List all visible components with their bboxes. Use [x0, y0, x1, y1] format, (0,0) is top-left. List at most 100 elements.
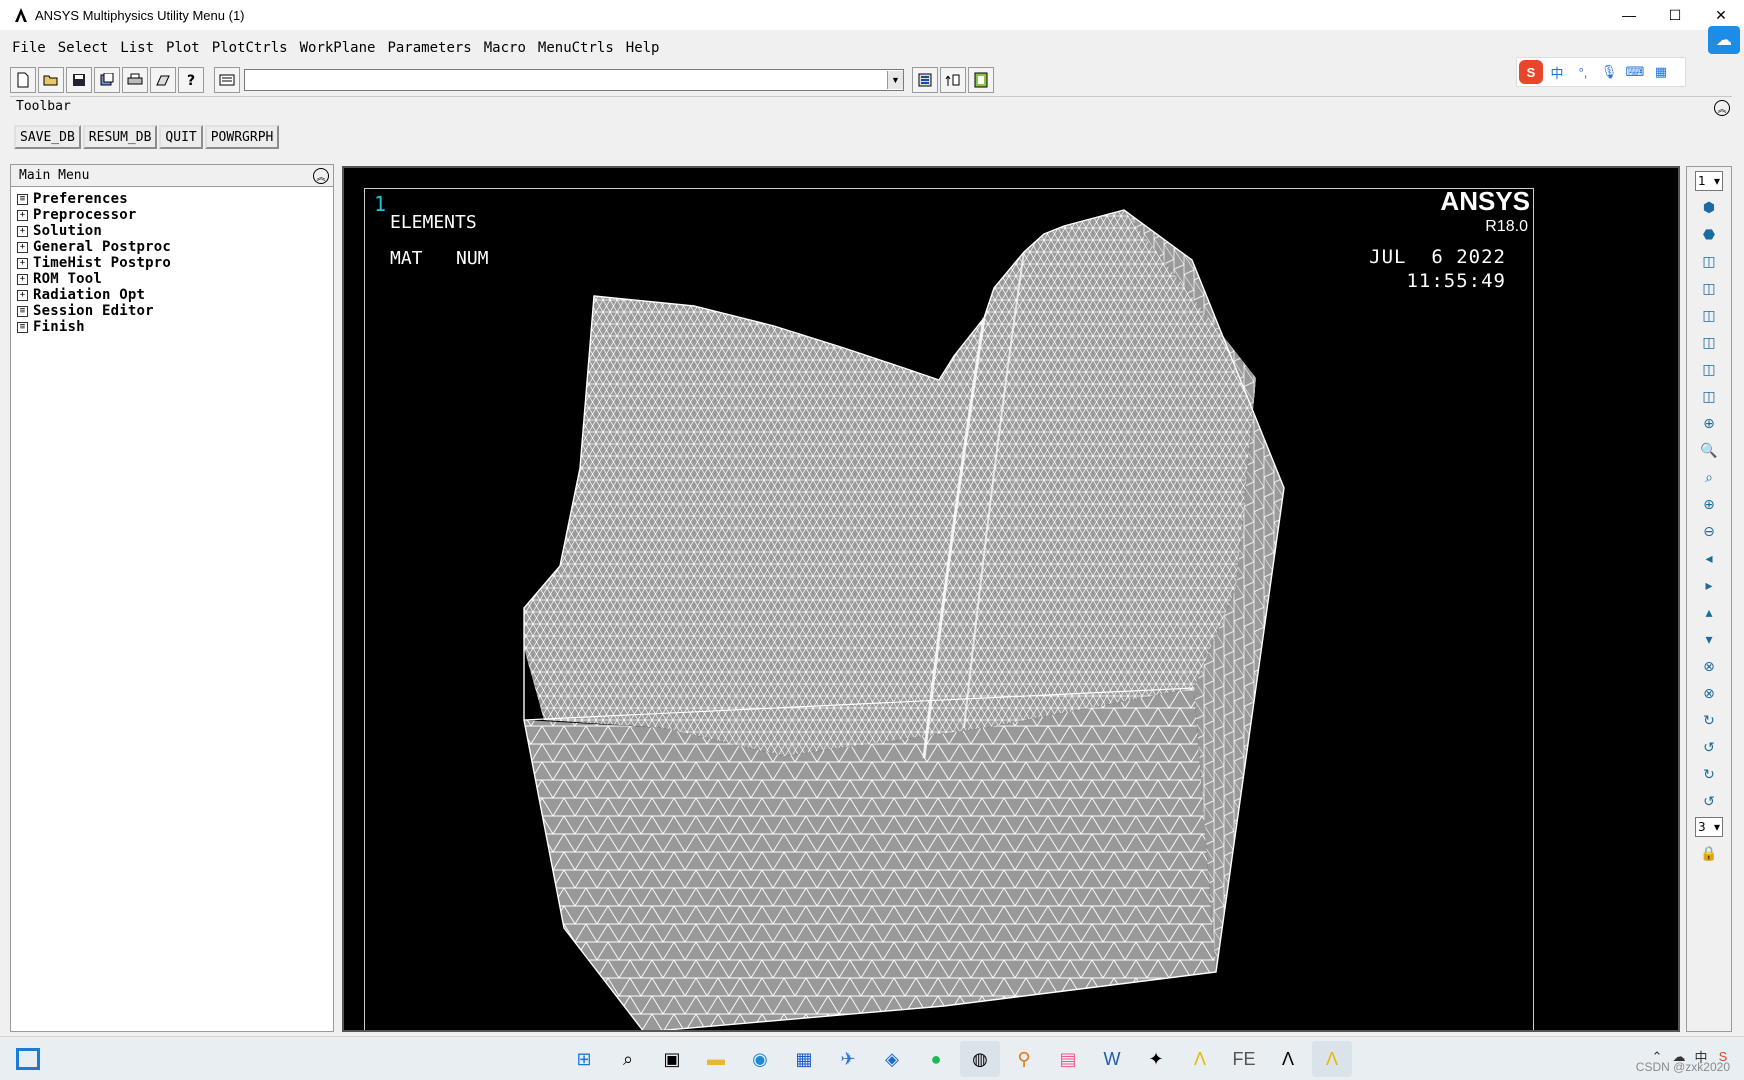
bottom-view-icon[interactable]: ◫	[1696, 384, 1722, 408]
collapse-main-menu-icon[interactable]: ︽	[313, 168, 329, 184]
search-icon[interactable]: ⌕	[608, 1041, 648, 1077]
ansys-launcher-icon[interactable]: Λ	[1268, 1041, 1308, 1077]
oblique-view-icon[interactable]: ⬣	[1696, 222, 1722, 246]
collapse-toolbar-icon[interactable]: ︽	[1714, 100, 1730, 116]
tree-item-rom-tool[interactable]: + ROM Tool	[17, 271, 333, 287]
microphone-icon[interactable]: 🎙	[1597, 60, 1621, 84]
menu-macro[interactable]: Macro	[484, 40, 526, 56]
new-file-icon[interactable]	[10, 67, 36, 93]
rotate-y-neg-icon[interactable]: ↺	[1696, 735, 1722, 759]
resume-db-button[interactable]: RESUM_DB	[82, 125, 158, 149]
command-input[interactable]: ▼	[244, 69, 904, 91]
pan-left-icon[interactable]: ◂	[1696, 546, 1722, 570]
rotate-x-pos-icon[interactable]: ⊗	[1696, 654, 1722, 678]
sogou-logo-icon[interactable]: S	[1519, 60, 1543, 84]
tree-item-solution[interactable]: + Solution	[17, 223, 333, 239]
powergraph-button[interactable]: POWRGRPH	[204, 125, 280, 149]
task-view-icon[interactable]: ▣	[652, 1041, 692, 1077]
report-icon[interactable]	[94, 67, 120, 93]
pan-up-icon[interactable]: ▴	[1696, 600, 1722, 624]
keyboard-icon[interactable]	[214, 67, 240, 93]
expand-icon[interactable]: +	[17, 273, 28, 285]
expand-icon[interactable]: +	[17, 209, 28, 221]
maximize-button[interactable]: ☐	[1652, 0, 1698, 30]
bilibili-icon[interactable]: ▤	[1048, 1041, 1088, 1077]
fit-view-icon[interactable]: ⊕	[1696, 411, 1722, 435]
widgets-icon[interactable]	[16, 1048, 40, 1070]
fe-app-icon[interactable]: FE	[1224, 1041, 1264, 1077]
command-history-dropdown[interactable]: ▼	[887, 71, 903, 89]
window-number-select[interactable]: 1 ▾	[1695, 171, 1723, 191]
rotate-x-neg-icon[interactable]: ⊗	[1696, 681, 1722, 705]
tree-item-session-editor[interactable]: ≡ Session Editor	[17, 303, 333, 319]
right-view-icon[interactable]: ◫	[1696, 276, 1722, 300]
menu-list[interactable]: List	[120, 40, 154, 56]
app-wolf-icon[interactable]: ✦	[1136, 1041, 1176, 1077]
tree-item-radiation-opt[interactable]: + Radiation Opt	[17, 287, 333, 303]
edge-browser-icon[interactable]: ◉	[740, 1041, 780, 1077]
reset-picking-icon[interactable]	[940, 67, 966, 93]
rotation-increment-value: 3	[1698, 820, 1706, 834]
help-icon[interactable]: ?	[178, 67, 204, 93]
tree-item-preferences[interactable]: ≡ Preferences	[17, 191, 333, 207]
print-icon[interactable]	[122, 67, 148, 93]
start-menu-icon[interactable]: ⊞	[564, 1041, 604, 1077]
zoom-icon[interactable]: 🔍	[1696, 438, 1722, 462]
menu-plot[interactable]: Plot	[166, 40, 200, 56]
tree-item-timehist-postpro[interactable]: + TimeHist Postpro	[17, 255, 333, 271]
pan-right-icon[interactable]: ▸	[1696, 573, 1722, 597]
app-avatar-icon[interactable]: ◍	[960, 1041, 1000, 1077]
front-view-icon[interactable]: ◫	[1696, 249, 1722, 273]
tree-item-finish[interactable]: ≡ Finish	[17, 319, 333, 335]
box-zoom-icon[interactable]: ⌕	[1696, 465, 1722, 489]
search-app-icon[interactable]: ⚲	[1004, 1041, 1044, 1077]
menu-plotctrls[interactable]: PlotCtrls	[212, 40, 288, 56]
app-cube-icon[interactable]: ◈	[872, 1041, 912, 1077]
chinese-mode-icon[interactable]: 中	[1545, 60, 1569, 84]
file-explorer-icon[interactable]: ▬	[696, 1041, 736, 1077]
tree-item-preprocessor[interactable]: + Preprocessor	[17, 207, 333, 223]
expand-icon[interactable]: +	[17, 257, 28, 269]
menu-parameters[interactable]: Parameters	[387, 40, 471, 56]
ansys-mapdl-icon[interactable]: Λ	[1312, 1041, 1352, 1077]
contact-manager-icon[interactable]	[968, 67, 994, 93]
quit-button[interactable]: QUIT	[159, 125, 203, 149]
back-view-icon[interactable]: ◫	[1696, 330, 1722, 354]
main-menu-panel: Main Menu ︽ ≡ Preferences + Preprocessor…	[10, 164, 334, 1032]
mail-icon[interactable]: ✈	[828, 1041, 868, 1077]
zoom-out-icon[interactable]: ⊖	[1696, 519, 1722, 543]
raise-hidden-icon[interactable]	[912, 67, 938, 93]
left-view-icon[interactable]: ◫	[1696, 357, 1722, 381]
word-icon[interactable]: W	[1092, 1041, 1132, 1077]
wechat-icon[interactable]: ●	[916, 1041, 956, 1077]
rotation-increment-select[interactable]: 3 ▾	[1695, 817, 1723, 837]
image-capture-icon[interactable]	[150, 67, 176, 93]
grid-menu-icon[interactable]: ▦	[1649, 60, 1673, 84]
expand-icon[interactable]: +	[17, 225, 28, 237]
expand-icon[interactable]: +	[17, 289, 28, 301]
expand-icon[interactable]: +	[17, 241, 28, 253]
pan-down-icon[interactable]: ▾	[1696, 627, 1722, 651]
save-icon[interactable]	[66, 67, 92, 93]
store-icon[interactable]: ▦	[784, 1041, 824, 1077]
ansys-workbench-icon[interactable]: Λ	[1180, 1041, 1220, 1077]
open-folder-icon[interactable]	[38, 67, 64, 93]
menu-menuctrls[interactable]: MenuCtrls	[538, 40, 614, 56]
menu-help[interactable]: Help	[626, 40, 660, 56]
graphics-window[interactable]: 1 ELEMENTS MAT NUM ANSYS R18.0 JUL 6 202…	[342, 166, 1680, 1032]
top-view-icon[interactable]: ◫	[1696, 303, 1722, 327]
save-db-button[interactable]: SAVE_DB	[14, 125, 81, 149]
keyboard-icon[interactable]: ⌨	[1623, 60, 1647, 84]
rotate-z-neg-icon[interactable]: ↺	[1696, 789, 1722, 813]
menu-file[interactable]: File	[12, 40, 46, 56]
punctuation-icon[interactable]: °,	[1571, 60, 1595, 84]
menu-select[interactable]: Select	[58, 40, 109, 56]
rotate-z-pos-icon[interactable]: ↻	[1696, 762, 1722, 786]
dynamic-mode-icon[interactable]: 🔒	[1696, 841, 1722, 865]
zoom-in-icon[interactable]: ⊕	[1696, 492, 1722, 516]
menu-workplane[interactable]: WorkPlane	[300, 40, 376, 56]
isometric-view-icon[interactable]: ⬢	[1696, 195, 1722, 219]
tree-item-general-postproc[interactable]: + General Postproc	[17, 239, 333, 255]
minimize-button[interactable]: —	[1606, 0, 1652, 30]
rotate-y-pos-icon[interactable]: ↻	[1696, 708, 1722, 732]
